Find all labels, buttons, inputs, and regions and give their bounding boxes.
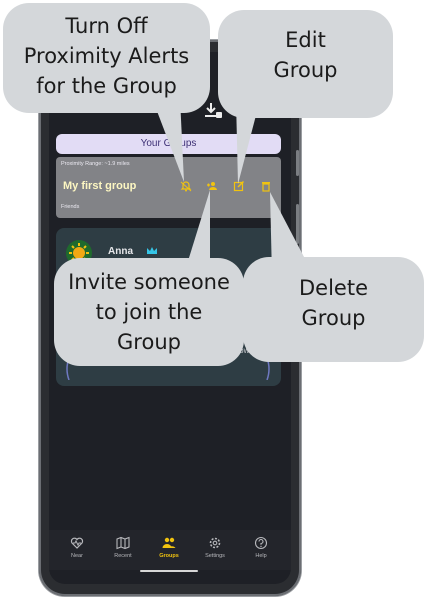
nav-item-help[interactable]: Help	[241, 536, 281, 559]
callout-proximity-line-2: Proximity Alerts	[23, 44, 190, 68]
callout-invite-line-1: Invite someone	[68, 270, 230, 294]
people-icon	[162, 537, 176, 548]
nav-label-settings: Settings	[205, 553, 225, 559]
nav-label-recent: Recent	[114, 553, 132, 559]
nav-item-settings[interactable]: Settings	[195, 536, 235, 559]
group-type-label: Friends	[61, 204, 80, 210]
member-name: Anna	[108, 246, 133, 257]
callout-proximity-line-3: for the Group	[36, 74, 177, 98]
callout-edit-line-2: Group	[273, 58, 338, 82]
map-icon	[116, 536, 130, 550]
callout-delete-line-1: Delete	[299, 276, 368, 300]
callout-proximity-text: Turn Off Proximity Alerts for the Group	[3, 11, 210, 101]
callout-proximity-line-1: Turn Off	[65, 14, 148, 38]
nav-label-groups: Groups	[159, 553, 179, 559]
nav-item-recent[interactable]: Recent	[103, 536, 143, 559]
nav-label-help: Help	[255, 553, 267, 559]
callout-delete-line-2: Group	[301, 306, 366, 330]
callout-edit-line-1: Edit	[285, 28, 326, 52]
callout-edit-text: Edit Group	[218, 25, 393, 85]
crown-icon	[147, 247, 157, 254]
nav-label-near: Near	[71, 553, 83, 559]
proximity-range-label: Proximity Range: ~1.9 miles	[61, 161, 130, 167]
nav-item-near[interactable]: Near	[57, 536, 97, 559]
download-lock-icon[interactable]	[203, 102, 223, 120]
volume-button	[296, 150, 299, 176]
gear-icon	[209, 537, 221, 549]
callout-invite-text: Invite someone to join the Group	[54, 267, 244, 357]
nav-item-groups[interactable]: Groups	[149, 536, 189, 559]
callout-invite-line-2: to join the	[95, 300, 203, 324]
group-name: My first group	[63, 180, 137, 192]
callout-invite-line-3: Group	[117, 330, 181, 354]
home-indicator	[140, 570, 198, 572]
heart-pulse-icon	[70, 537, 84, 549]
callout-delete-text: Delete Group	[243, 273, 424, 333]
help-circle-icon	[254, 536, 268, 550]
